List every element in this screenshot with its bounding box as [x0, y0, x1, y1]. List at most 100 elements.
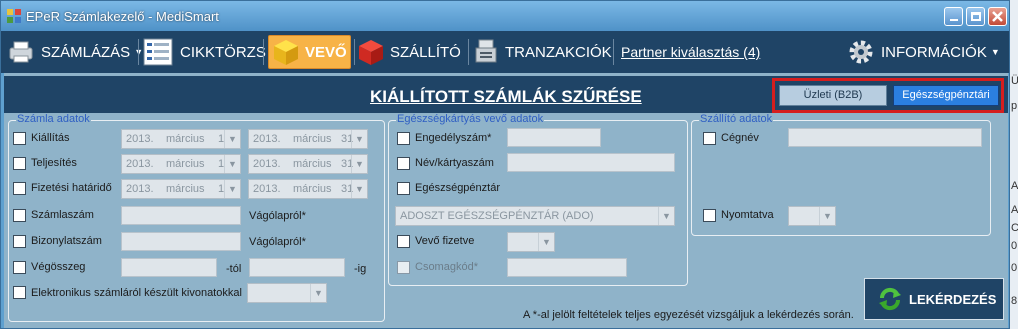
cegnev-label: Cégnév	[721, 132, 759, 144]
csomagkod-label: Csomagkód*	[415, 261, 478, 273]
nyomtatva-checkbox[interactable]	[703, 209, 716, 222]
kiallitas-checkbox[interactable]	[13, 132, 26, 145]
chevron-down-icon: ▼	[351, 180, 367, 198]
egeszsegpenztar-checkbox[interactable]	[397, 182, 410, 195]
chevron-down-icon: ▼	[310, 284, 326, 302]
exact-match-note: A *-al jelölt feltételek teljes egyezésé…	[523, 309, 854, 321]
csomagkod-input	[507, 258, 627, 277]
vevo-fizetve-label: Vevő fizetve	[415, 235, 475, 247]
toolbar-divider	[613, 39, 614, 65]
teljesites-checkbox[interactable]	[13, 157, 26, 170]
invoice-data-legend: Számla adatok	[16, 113, 91, 125]
menu-tranzakciok[interactable]: TRANZAKCIÓK	[474, 35, 612, 69]
app-icon	[7, 9, 21, 23]
toolbar-divider	[138, 39, 139, 65]
b2b-toggle-button[interactable]: Üzleti (B2B)	[779, 85, 887, 106]
filter-panel: KIÁLLÍTOTT SZÁMLÁK SZŰRÉSE Üzleti (B2B) …	[4, 73, 1008, 328]
chevron-down-icon: ▼	[538, 233, 554, 251]
menu-vevo[interactable]: VEVŐ	[268, 35, 351, 69]
minimize-button[interactable]	[944, 7, 963, 26]
page-title: KIÁLLÍTOTT SZÁMLÁK SZŰRÉSE	[370, 87, 642, 106]
health-fund-toggle-button[interactable]: Egészségpénztári	[893, 85, 999, 106]
tol-label: -tól	[226, 263, 242, 275]
fizetesi-hatarido-checkbox[interactable]	[13, 182, 26, 195]
szamlaszam-label: Számlaszám	[31, 209, 94, 221]
query-button[interactable]: LEKÉRDEZÉS	[864, 278, 1004, 320]
menu-cikktorzs[interactable]: CIKKTÖRZS	[143, 35, 266, 69]
nev-kartyaszam-input[interactable]	[507, 153, 675, 172]
close-icon	[992, 11, 1003, 22]
list-icon	[143, 38, 173, 66]
window-title: EPeR Számlakezelő - MediSmart	[26, 9, 219, 24]
elektronikus-select[interactable]: ▼	[247, 283, 327, 303]
bizonylatszam-input[interactable]	[121, 232, 241, 251]
fizetesi-hatarido-label: Fizetési határidő	[31, 182, 112, 194]
close-button[interactable]	[988, 7, 1007, 26]
toolbar-divider	[354, 39, 355, 65]
gear-icon	[849, 40, 873, 64]
bizonylatszam-label: Bizonylatszám	[31, 235, 102, 247]
nyomtatva-label: Nyomtatva	[721, 209, 774, 221]
engedelyszam-input[interactable]	[507, 128, 601, 147]
ig-label: -ig	[354, 263, 367, 275]
menu-szamlazas-label: SZÁMLÁZÁS	[41, 43, 131, 61]
menu-informaciok[interactable]: INFORMÁCIÓK ▼	[847, 35, 1000, 69]
cegnev-input[interactable]	[788, 128, 982, 147]
menu-szallito[interactable]: SZÁLLÍTÓ	[357, 35, 461, 69]
elektronikus-label: Elektronikus számláról készült kivonatok…	[31, 287, 242, 299]
kiallitas-date-from[interactable]: 2013. március 1 ▼	[121, 129, 241, 149]
refresh-icon	[879, 287, 901, 311]
vagolaprol-label: Vágólapról*	[249, 210, 306, 222]
engedelyszam-checkbox[interactable]	[397, 132, 410, 145]
vevo-fizetve-checkbox[interactable]	[397, 235, 410, 248]
engedelyszam-label: Engedélyszám*	[415, 132, 492, 144]
health-card-legend: Egészségkártyás vevő adatok	[396, 113, 545, 125]
vegosszeg-to-input[interactable]	[249, 258, 345, 277]
kiallitas-label: Kiállítás	[31, 132, 70, 144]
app-window: EPeR Számlakezelő - MediSmart SZÁMLÁZÁS …	[0, 0, 1010, 329]
menu-szamlazas[interactable]: SZÁMLÁZÁS ▼	[7, 35, 143, 69]
chevron-down-icon: ▼	[351, 130, 367, 148]
chevron-down-icon: ▼	[819, 207, 835, 225]
teljesites-label: Teljesítés	[31, 157, 77, 169]
query-button-label: LEKÉRDEZÉS	[909, 291, 997, 307]
chevron-down-icon: ▼	[224, 130, 240, 148]
teljesites-date-from[interactable]: 2013. március 1 ▼	[121, 154, 241, 174]
background-window-edge: Ü p A A C 0 0 8	[1010, 0, 1018, 329]
szamlaszam-checkbox[interactable]	[13, 209, 26, 222]
chevron-down-icon: ▼	[990, 47, 1000, 57]
vevo-fizetve-select[interactable]: ▼	[507, 232, 555, 252]
vegosszeg-label: Végösszeg	[31, 261, 86, 273]
toolbar-divider	[468, 39, 469, 65]
menu-szallito-label: SZÁLLÍTÓ	[390, 43, 461, 61]
maximize-button[interactable]	[966, 7, 985, 26]
supplier-legend: Szállító adatok	[699, 113, 774, 125]
vagolaprol-label: Vágólapról*	[249, 236, 306, 248]
fizetesi-date-to[interactable]: 2013. március 31 ▼	[248, 179, 368, 199]
szamlaszam-input[interactable]	[121, 206, 241, 225]
menu-informaciok-label: INFORMÁCIÓK	[881, 43, 987, 61]
menu-cikktorzs-label: CIKKTÖRZS	[180, 43, 266, 61]
csomagkod-checkbox	[397, 261, 410, 274]
vegosszeg-checkbox[interactable]	[13, 261, 26, 274]
nev-kartyaszam-label: Név/kártyaszám	[415, 157, 494, 169]
partner-select-link[interactable]: Partner kiválasztás (4)	[621, 44, 760, 60]
elektronikus-checkbox[interactable]	[13, 286, 26, 299]
vegosszeg-from-input[interactable]	[121, 258, 217, 277]
cash-register-icon	[475, 39, 497, 63]
chevron-down-icon: ▼	[224, 155, 240, 173]
nev-kartyaszam-checkbox[interactable]	[397, 157, 410, 170]
egeszsegpenztar-label: Egészségpénztár	[415, 182, 500, 194]
toolbar-divider	[263, 39, 264, 65]
nyomtatva-select[interactable]: ▼	[788, 206, 836, 226]
menu-tranzakciok-label: TRANZAKCIÓK	[505, 43, 612, 61]
title-bar: EPeR Számlakezelő - MediSmart	[1, 1, 1009, 31]
printer-icon	[9, 41, 33, 63]
teljesites-date-to[interactable]: 2013. március 31 ▼	[248, 154, 368, 174]
main-toolbar: SZÁMLÁZÁS ▼ CIKKTÖRZS VEVŐ	[1, 31, 1009, 73]
bizonylatszam-checkbox[interactable]	[13, 235, 26, 248]
egeszsegpenztar-select[interactable]: ADOSZT EGÉSZSÉGPÉNZTÁR (ADO) ▼	[395, 206, 675, 226]
cegnev-checkbox[interactable]	[703, 132, 716, 145]
fizetesi-date-from[interactable]: 2013. március 1 ▼	[121, 179, 241, 199]
kiallitas-date-to[interactable]: 2013. március 31 ▼	[248, 129, 368, 149]
